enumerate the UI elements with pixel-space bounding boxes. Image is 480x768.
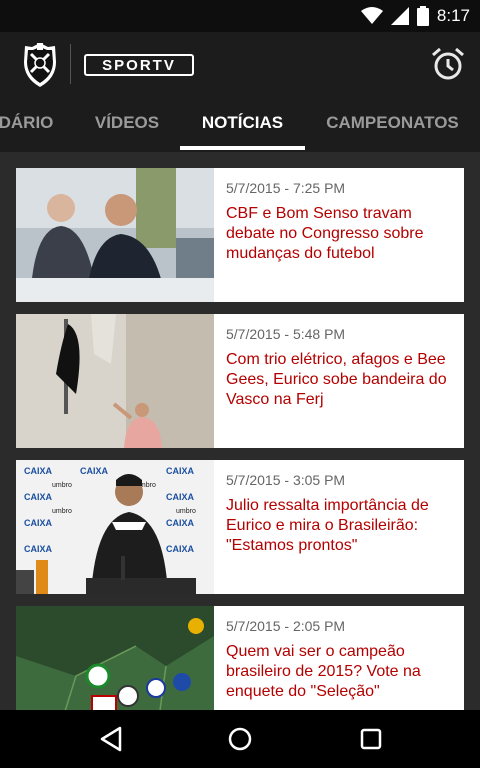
news-card[interactable]: 5/7/2015 - 5:48 PM Com trio elétrico, af… — [16, 314, 464, 448]
news-card[interactable]: CAIXA CAIXA CAIXA CAIXA CAIXA CAIXA CAIXA CA… — [16, 460, 464, 594]
svg-text:CAIXA: CAIXA — [166, 518, 195, 528]
tab-diario[interactable]: DÁRIO — [0, 100, 54, 152]
svg-text:CAIXA: CAIXA — [24, 492, 53, 502]
tab-noticias[interactable]: NOTÍCIAS — [180, 100, 305, 152]
svg-text:CAIXA: CAIXA — [24, 544, 53, 554]
news-thumbnail — [16, 606, 214, 710]
news-title: Com trio elétrico, afagos e Bee Gees, Eu… — [226, 351, 447, 408]
news-thumbnail — [16, 168, 214, 302]
svg-text:umbro: umbro — [176, 508, 196, 515]
news-title: CBF e Bom Senso travam debate no Congres… — [226, 205, 424, 262]
news-card[interactable]: 5/7/2015 - 2:05 PM Quem vai ser o campeã… — [16, 606, 464, 710]
news-list[interactable]: 5/7/2015 - 7:25 PM CBF e Bom Senso trava… — [0, 152, 480, 710]
status-time: 8:17 — [436, 6, 470, 25]
svg-text:CAIXA: CAIXA — [166, 466, 195, 476]
home-icon[interactable] — [225, 724, 255, 754]
svg-text:CAIXA: CAIXA — [166, 544, 195, 554]
svg-text:CAIXA: CAIXA — [24, 466, 53, 476]
active-tab-indicator — [180, 146, 305, 150]
news-date: 5/7/2015 - 7:25 PM — [226, 180, 346, 196]
svg-text:CAIXA: CAIXA — [24, 518, 53, 528]
sportv-logo: SPORTV — [84, 54, 194, 76]
battery-icon — [416, 6, 429, 26]
news-date: 5/7/2015 - 2:05 PM — [226, 618, 346, 634]
news-date: 5/7/2015 - 5:48 PM — [226, 326, 346, 342]
svg-text:CAIXA: CAIXA — [166, 492, 195, 502]
status-bar: 8:17 — [0, 0, 480, 32]
app-bar-divider — [70, 44, 71, 84]
alarm-clock-icon[interactable] — [430, 46, 466, 82]
app-bar: SPORTV — [0, 32, 480, 100]
wifi-icon — [360, 7, 383, 24]
back-icon[interactable] — [96, 724, 126, 754]
tab-videos[interactable]: VÍDEOS — [86, 100, 168, 152]
club-logo[interactable] — [22, 42, 58, 88]
svg-text:CAIXA: CAIXA — [80, 466, 109, 476]
news-date: 5/7/2015 - 3:05 PM — [226, 472, 346, 488]
system-nav-bar — [0, 710, 480, 768]
news-thumbnail: CAIXA CAIXA CAIXA CAIXA CAIXA CAIXA CAIXA CA… — [16, 460, 214, 594]
news-title: Quem vai ser o campeão brasileiro de 201… — [226, 643, 421, 700]
news-title: Julio ressalta importância de Eurico e m… — [226, 497, 429, 554]
svg-text:umbro: umbro — [52, 508, 72, 515]
svg-text:umbro: umbro — [52, 482, 72, 489]
tab-campeonatos[interactable]: CAMPEONATOS — [320, 100, 465, 152]
recents-icon[interactable] — [356, 724, 386, 754]
news-card[interactable]: 5/7/2015 - 7:25 PM CBF e Bom Senso trava… — [16, 168, 464, 302]
tab-bar: DÁRIO VÍDEOS NOTÍCIAS CAMPEONATOS — [0, 100, 480, 152]
signal-icon — [390, 7, 409, 25]
news-thumbnail — [16, 314, 214, 448]
